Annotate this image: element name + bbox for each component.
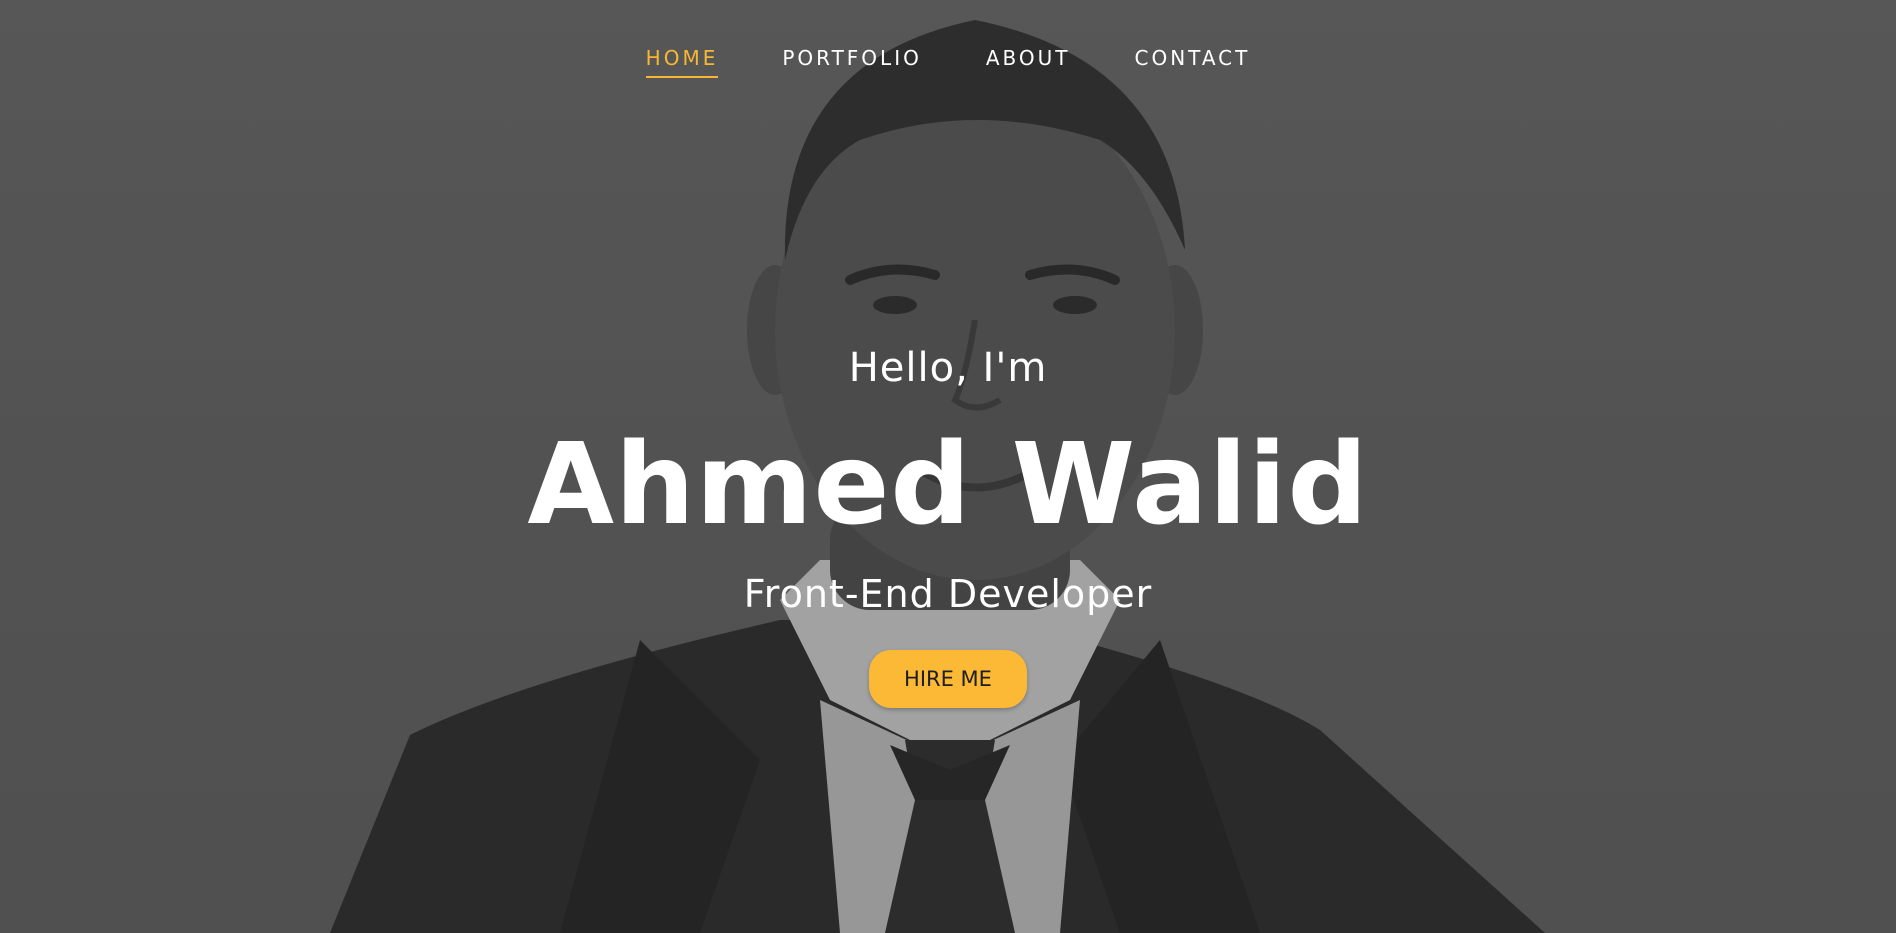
hero-section: HOME PORTFOLIO ABOUT CONTACT Hello, I'm … — [0, 0, 1896, 933]
hire-me-button[interactable]: HIRE ME — [869, 650, 1027, 708]
nav-item-home[interactable]: HOME — [645, 46, 719, 78]
main-navigation: HOME PORTFOLIO ABOUT CONTACT — [0, 46, 1896, 78]
nav-item-contact[interactable]: CONTACT — [1135, 46, 1251, 78]
hero-role: Front-End Developer — [743, 572, 1153, 616]
cta-container: HIRE ME — [0, 650, 1896, 708]
hero-name: Ahmed Walid — [527, 420, 1369, 550]
nav-item-about[interactable]: ABOUT — [986, 46, 1071, 78]
hero-greeting: Hello, I'm — [848, 345, 1048, 391]
nav-item-portfolio[interactable]: PORTFOLIO — [782, 46, 922, 78]
